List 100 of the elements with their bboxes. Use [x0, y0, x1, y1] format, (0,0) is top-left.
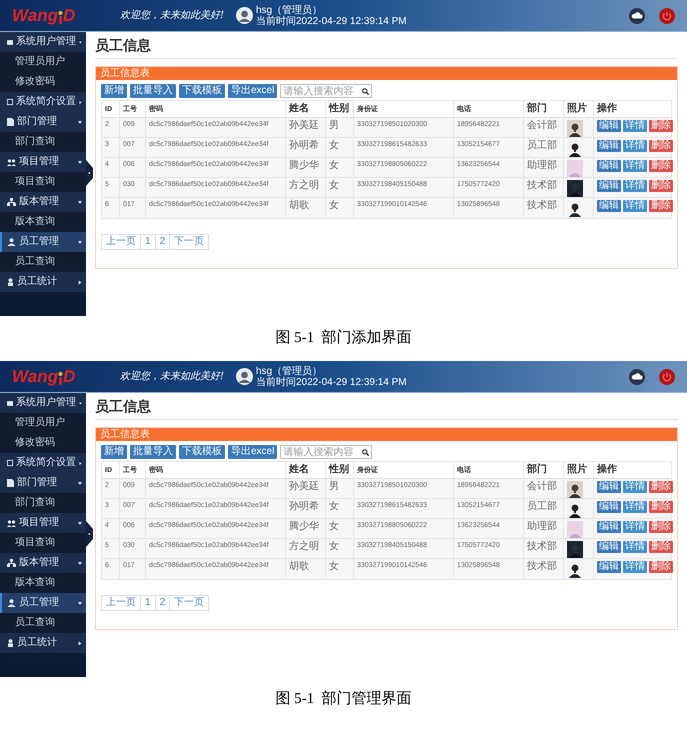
details-button[interactable]: 详情 [623, 501, 647, 513]
caret-icon [78, 482, 82, 484]
collapse-tab[interactable] [86, 160, 93, 186]
sidebar-item[interactable]: 员工管理 [0, 232, 86, 252]
details-button[interactable]: 详情 [623, 180, 647, 192]
table-cell: 助理部 [527, 522, 557, 532]
details-button[interactable]: 详情 [623, 481, 647, 493]
column-header: 姓名 [289, 465, 309, 475]
sidebar-subitem[interactable]: 版本查询 [0, 573, 86, 593]
user-icon [7, 639, 14, 647]
toolbar-button[interactable]: 导出excel [228, 84, 278, 98]
current-time: 当前时间2022-04-29 12:39:14 PM [256, 16, 407, 26]
sidebar-item[interactable]: 项目管理 [0, 513, 86, 533]
sidebar-item[interactable]: 员工统计 [0, 633, 86, 653]
cloud-upload-icon[interactable] [629, 8, 645, 24]
edit-button[interactable]: 编辑 [597, 541, 621, 553]
slogan: 欢迎您，未来如此美好! [120, 8, 226, 23]
sidebar-subitem[interactable]: 员工查询 [0, 613, 86, 633]
sidebar-subitem[interactable]: 修改密码 [0, 433, 86, 453]
sidebar-subitem[interactable]: 部门查询 [0, 132, 86, 152]
delete-button[interactable]: 删除 [649, 501, 673, 513]
caret-icon [78, 280, 82, 284]
sidebar-subitem[interactable]: 部门查询 [0, 493, 86, 513]
sidebar-item[interactable]: 版本管理 [0, 192, 86, 212]
toolbar-button[interactable]: 下载模板 [179, 84, 225, 98]
sidebar-item[interactable]: 版本管理 [0, 553, 86, 573]
table-cell: 女 [329, 201, 339, 211]
toolbar-button[interactable]: 新增 [101, 84, 127, 98]
edit-button[interactable]: 编辑 [597, 180, 621, 192]
sidebar-subitem[interactable]: 项目查询 [0, 172, 86, 192]
sidebar-item[interactable]: 项目管理 [0, 152, 86, 172]
table-cell: 技术部 [527, 562, 557, 572]
search-icon[interactable] [362, 448, 370, 456]
details-button[interactable]: 详情 [623, 140, 647, 152]
logo-text: Wang [12, 7, 58, 24]
sidebar-subitem[interactable]: 项目查询 [0, 533, 86, 553]
panel-title: 员工信息表 [100, 68, 150, 78]
column-header: 部门 [527, 104, 547, 114]
sidebar-item[interactable]: 部门管理 [0, 112, 86, 132]
table-cell: 员工部 [527, 141, 557, 151]
column-header: 姓名 [289, 104, 309, 114]
search-icon[interactable] [362, 88, 370, 94]
details-button[interactable]: 详情 [623, 541, 647, 553]
sidebar-item[interactable]: 员工管理 [0, 593, 86, 613]
delete-button[interactable]: 删除 [649, 481, 673, 493]
cloud-upload-icon[interactable] [629, 368, 645, 384]
sidebar-item[interactable]: 系统简介设置 [0, 92, 86, 112]
delete-button[interactable]: 删除 [649, 120, 673, 132]
avatar [236, 368, 253, 385]
details-button[interactable]: 详情 [623, 160, 647, 172]
sidebar-subitem[interactable]: 修改密码 [0, 72, 86, 92]
figure-icon [58, 11, 63, 24]
delete-button[interactable]: 删除 [649, 140, 673, 152]
id-card-icon [7, 38, 14, 46]
table-cell: 女 [329, 181, 339, 191]
sitemap-icon [7, 198, 16, 206]
table-cell: 女 [329, 161, 339, 171]
delete-button[interactable]: 删除 [649, 541, 673, 553]
toolbar-button[interactable]: 新增 [101, 445, 127, 459]
edit-button[interactable]: 编辑 [597, 140, 621, 152]
sidebar-subitem[interactable]: 员工查询 [0, 252, 86, 272]
sidebar-subitem[interactable]: 版本查询 [0, 212, 86, 232]
details-button[interactable]: 详情 [623, 120, 647, 132]
sidebar-subitem[interactable]: 管理员用户 [0, 52, 86, 72]
sidebar-subitem[interactable]: 管理员用户 [0, 413, 86, 433]
user-name: hsg（管理员） [256, 4, 324, 16]
edit-button[interactable]: 编辑 [597, 200, 621, 212]
edit-button[interactable]: 编辑 [597, 481, 621, 493]
edit-button[interactable]: 编辑 [597, 120, 621, 132]
details-button[interactable]: 详情 [623, 561, 647, 573]
toolbar-button[interactable]: 批量导入 [130, 445, 176, 459]
column-header: 操作 [597, 465, 617, 475]
toolbar-button[interactable]: 批量导入 [130, 84, 176, 98]
file-icon [7, 479, 14, 487]
sidebar-item[interactable]: 系统用户管理 [0, 32, 86, 52]
caret-icon [78, 120, 82, 124]
details-button[interactable]: 详情 [623, 200, 647, 212]
delete-button[interactable]: 删除 [649, 200, 673, 212]
edit-button[interactable]: 编辑 [597, 521, 621, 533]
sidebar-item[interactable]: 系统用户管理 [0, 393, 86, 413]
delete-button[interactable]: 删除 [649, 180, 673, 192]
edit-button[interactable]: 编辑 [597, 561, 621, 573]
details-button[interactable]: 详情 [623, 521, 647, 533]
caret-icon [78, 240, 82, 244]
user-icon [7, 238, 16, 246]
sidebar-item[interactable]: 系统简介设置 [0, 453, 86, 473]
edit-button[interactable]: 编辑 [597, 501, 621, 513]
toolbar-button[interactable]: 导出excel [228, 445, 278, 459]
toolbar-button[interactable]: 下载模板 [179, 445, 225, 459]
edit-button[interactable]: 编辑 [597, 160, 621, 172]
user-name: hsg（管理员） [256, 366, 324, 376]
delete-button[interactable]: 删除 [649, 561, 673, 573]
user-icon [7, 278, 14, 286]
avatar [236, 7, 253, 24]
collapse-tab[interactable] [86, 521, 93, 547]
delete-button[interactable]: 删除 [649, 160, 673, 172]
sidebar-item[interactable]: 部门管理 [0, 473, 86, 493]
sitemap-icon [7, 559, 16, 567]
delete-button[interactable]: 删除 [649, 521, 673, 533]
sidebar-item[interactable]: 员工统计 [0, 272, 86, 292]
